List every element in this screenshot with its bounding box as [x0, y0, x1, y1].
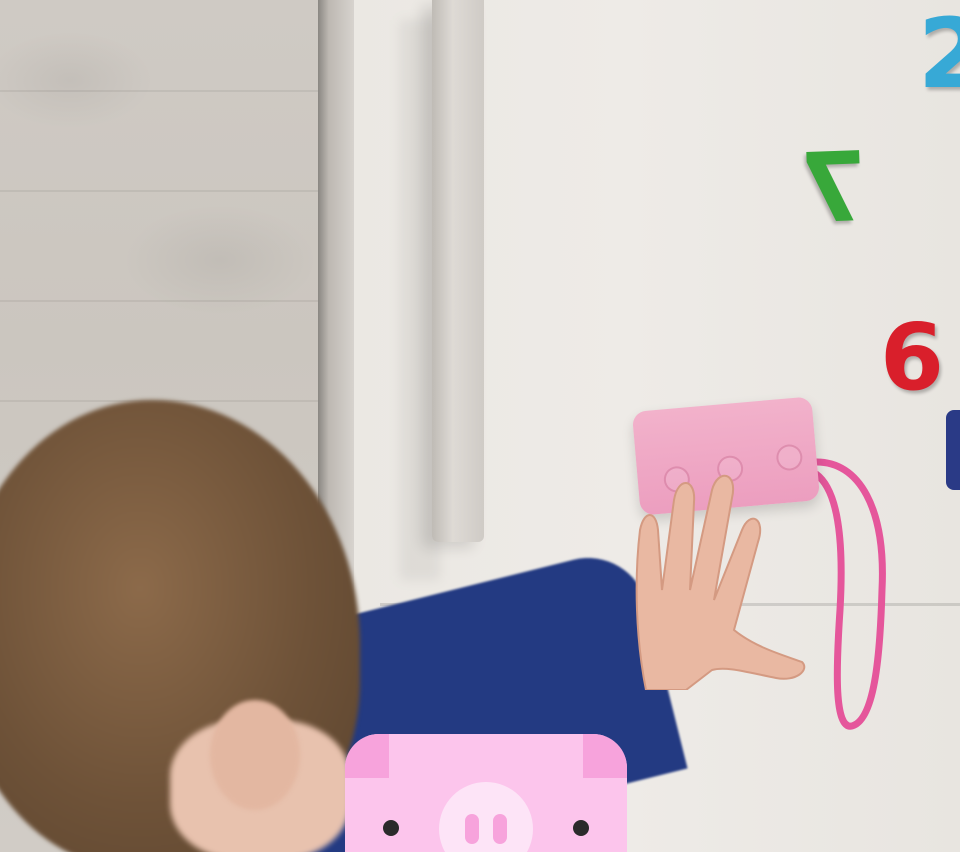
brick-mortar-line [0, 90, 330, 92]
fridge-handle [432, 0, 484, 542]
brick-mortar-line [0, 190, 330, 192]
brick-mortar-line [0, 300, 330, 302]
photo-scene: 2 7 6 [0, 0, 960, 852]
pig-nostril-right [493, 814, 507, 844]
magnet-number-two: 2 [918, 0, 960, 110]
magnet-number-seven: 7 [798, 130, 869, 246]
pig-snout [439, 782, 533, 852]
pig-logo-icon [345, 734, 627, 852]
pig-eye-left [383, 820, 399, 836]
child-ear [210, 700, 300, 810]
blue-magnet [946, 410, 960, 490]
pig-eye-right [573, 820, 589, 836]
magnet-number-six: 6 [880, 304, 945, 411]
pig-nostril-left [465, 814, 479, 844]
child-hand [635, 474, 806, 690]
